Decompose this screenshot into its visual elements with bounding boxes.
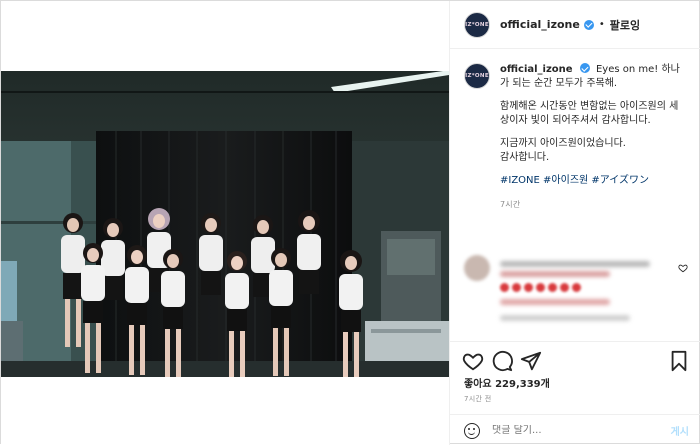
- comment-input[interactable]: [492, 425, 642, 436]
- blurred-comment: [464, 255, 690, 341]
- verified-badge-icon: [583, 19, 594, 30]
- separator-dot: •: [598, 19, 605, 30]
- following-button[interactable]: 팔로잉: [610, 17, 640, 33]
- caption-time: 7시간: [500, 200, 521, 209]
- caption: IZ*ONE official_izone Eyes on me! 하나가 되는…: [464, 63, 687, 212]
- avatar-logo-text: IZ*ONE: [465, 21, 489, 28]
- comment-icon[interactable]: [491, 350, 513, 372]
- likes-label: 좋아요: [464, 379, 492, 390]
- caption-first-line: official_izone Eyes on me! 하나가 되는 순간 모두가…: [500, 63, 687, 91]
- hashtag-link[interactable]: #IZONE: [500, 175, 540, 186]
- post-timestamp[interactable]: 7시간 전: [464, 394, 492, 404]
- avatar[interactable]: IZ*ONE: [464, 11, 490, 38]
- caption-text-3: 지금까지 아이즈원이었습니다. 감사합니다.: [500, 137, 687, 165]
- comment-blurred-line: [500, 271, 610, 277]
- caption-username[interactable]: official_izone: [500, 64, 573, 75]
- add-comment-bar: 게시: [450, 414, 700, 446]
- header-username[interactable]: official_izone: [500, 18, 580, 31]
- caption-avatar-logo-text: IZ*ONE: [465, 73, 489, 79]
- comment-blurred-line: [500, 261, 650, 267]
- post-header: IZ*ONE official_izone • 팔로잉: [450, 1, 700, 49]
- caption-text-2: 함께해온 시간동안 변함없는 아이즈원의 세상이자 빛이 되어주셔서 감사합니다…: [500, 101, 679, 126]
- comment-hearts: [500, 283, 581, 292]
- action-icons: [462, 350, 690, 372]
- post-media: [1, 1, 449, 445]
- heart-icon[interactable]: [462, 350, 484, 372]
- bookmark-icon[interactable]: [668, 350, 690, 372]
- share-icon[interactable]: [520, 350, 542, 372]
- post-comment-button[interactable]: 게시: [671, 423, 689, 438]
- likes-count[interactable]: 좋아요 229,339개: [464, 375, 550, 390]
- post-sidebar: IZ*ONE official_izone • 팔로잉 IZ*ONE offic…: [449, 1, 700, 445]
- comment-avatar: [464, 255, 490, 281]
- caption-area: IZ*ONE official_izone Eyes on me! 하나가 되는…: [450, 49, 700, 341]
- group-photo[interactable]: [1, 71, 449, 377]
- emoji-icon[interactable]: [464, 422, 480, 439]
- caption-text-3b: 감사합니다.: [500, 152, 550, 163]
- caption-verified-badge-icon: [579, 63, 590, 73]
- hashtag-link[interactable]: #アイズワン: [591, 175, 649, 186]
- action-section: 좋아요 229,339개 7시간 전 게시: [450, 341, 700, 445]
- comment-blurred-line: [500, 315, 630, 321]
- likes-number: 229,339개: [495, 379, 550, 390]
- instagram-post: IZ*ONE official_izone • 팔로잉 IZ*ONE offic…: [0, 0, 700, 445]
- caption-avatar[interactable]: IZ*ONE: [464, 63, 490, 89]
- caption-text-3a: 지금까지 아이즈원이었습니다.: [500, 138, 626, 149]
- group-photo-image: [1, 71, 449, 377]
- caption-body: official_izone Eyes on me! 하나가 되는 순간 모두가…: [500, 63, 687, 212]
- hashtags: #IZONE #아이즈원 #アイズワン: [500, 174, 687, 188]
- hashtag-link[interactable]: #아이즈원: [543, 175, 588, 186]
- comment-blurred-line: [500, 299, 610, 305]
- comment-heart-icon[interactable]: [678, 263, 688, 273]
